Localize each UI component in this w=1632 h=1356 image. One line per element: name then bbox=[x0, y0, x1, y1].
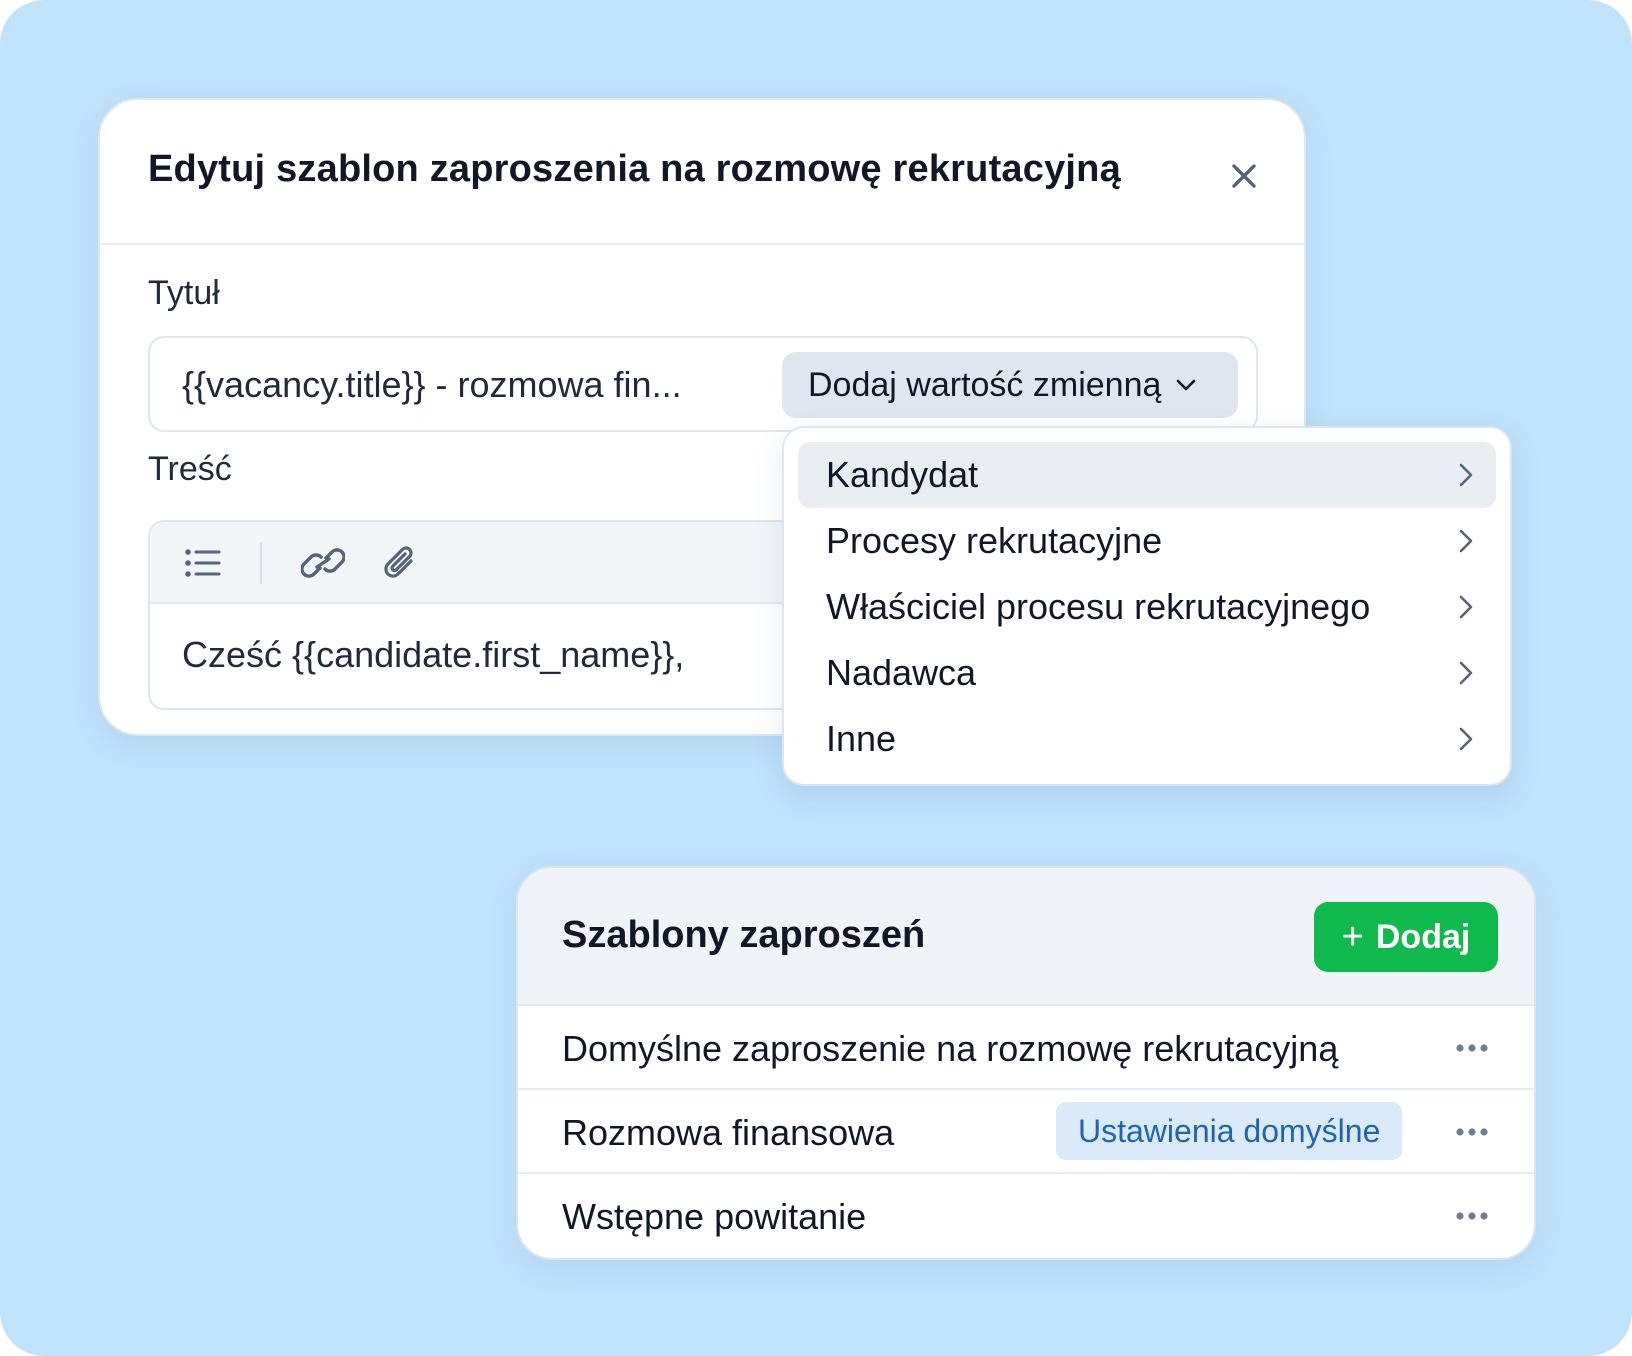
background-canvas: Edytuj szablon zaproszenia na rozmowę re… bbox=[0, 0, 1632, 1356]
template-name: Wstępne powitanie bbox=[562, 1196, 867, 1237]
list-icon bbox=[185, 549, 221, 577]
chevron-right-icon bbox=[1458, 594, 1474, 620]
modal-divider bbox=[100, 243, 1304, 245]
more-horizontal-icon bbox=[1456, 1128, 1488, 1136]
more-options-button[interactable] bbox=[1452, 1118, 1492, 1146]
more-horizontal-icon bbox=[1456, 1212, 1488, 1220]
menu-item-candidate[interactable]: Kandydat bbox=[798, 442, 1496, 508]
add-variable-button[interactable]: Dodaj wartość zmienną bbox=[782, 352, 1238, 418]
menu-item-label: Procesy rekrutacyjne bbox=[826, 520, 1163, 561]
insert-link-button[interactable] bbox=[300, 540, 346, 586]
default-settings-badge: Ustawienia domyślne bbox=[1056, 1102, 1403, 1160]
menu-item-label: Właściciel procesu rekrutacyjnego bbox=[826, 586, 1371, 627]
menu-item-recruitment-processes[interactable]: Procesy rekrutacyjne bbox=[798, 508, 1496, 574]
menu-item-label: Nadawca bbox=[826, 652, 977, 693]
plus-icon: + bbox=[1341, 916, 1364, 958]
close-icon bbox=[1232, 164, 1256, 188]
more-options-button[interactable] bbox=[1452, 1034, 1492, 1062]
link-icon bbox=[301, 548, 345, 578]
chevron-right-icon bbox=[1458, 726, 1474, 752]
variable-dropdown-menu: Kandydat Procesy rekrutacyjne Właściciel… bbox=[782, 426, 1512, 786]
template-name: Domyślne zaproszenie na rozmowę rekrutac… bbox=[562, 1028, 1339, 1069]
template-name: Rozmowa finansowa bbox=[562, 1112, 895, 1153]
toolbar-separator bbox=[260, 542, 262, 584]
chevron-right-icon bbox=[1458, 528, 1474, 554]
body-text: Cześć {{candidate.first_name}}, bbox=[182, 634, 685, 675]
templates-title: Szablony zaproszeń bbox=[562, 914, 926, 956]
add-variable-label: Dodaj wartość zmienną bbox=[808, 365, 1162, 404]
template-row[interactable]: Rozmowa finansowa Ustawienia domyślne bbox=[518, 1090, 1534, 1174]
modal-title: Edytuj szablon zaproszenia na rozmowę re… bbox=[148, 148, 1121, 190]
menu-item-label: Inne bbox=[826, 718, 897, 759]
chevron-right-icon bbox=[1458, 462, 1474, 488]
chevron-right-icon bbox=[1458, 660, 1474, 686]
title-input-value: {{vacancy.title}} - rozmowa fin... bbox=[182, 364, 682, 405]
menu-item-sender[interactable]: Nadawca bbox=[798, 640, 1496, 706]
add-button-label: Dodaj bbox=[1375, 917, 1471, 956]
title-input[interactable]: {{vacancy.title}} - rozmowa fin... Dodaj… bbox=[148, 336, 1258, 432]
menu-item-other[interactable]: Inne bbox=[798, 706, 1496, 772]
paperclip-icon bbox=[384, 546, 413, 578]
close-button[interactable] bbox=[1222, 154, 1266, 198]
menu-item-label: Kandydat bbox=[826, 454, 979, 495]
menu-item-process-owner[interactable]: Właściciel procesu rekrutacyjnego bbox=[798, 574, 1496, 640]
templates-header: Szablony zaproszeń + Dodaj bbox=[518, 868, 1534, 1006]
title-field-label: Tytuł bbox=[148, 274, 220, 312]
chevron-down-icon bbox=[1175, 378, 1197, 392]
template-row[interactable]: Wstępne powitanie bbox=[518, 1174, 1534, 1258]
bullet-list-button[interactable] bbox=[180, 540, 226, 586]
template-row[interactable]: Domyślne zaproszenie na rozmowę rekrutac… bbox=[518, 1006, 1534, 1090]
add-template-button[interactable]: + Dodaj bbox=[1314, 902, 1498, 972]
invitation-templates-card: Szablony zaproszeń + Dodaj Domyślne zapr… bbox=[516, 866, 1536, 1260]
attach-file-button[interactable] bbox=[378, 540, 424, 586]
body-field-label: Treść bbox=[148, 450, 232, 488]
more-horizontal-icon bbox=[1456, 1044, 1488, 1052]
more-options-button[interactable] bbox=[1452, 1202, 1492, 1230]
